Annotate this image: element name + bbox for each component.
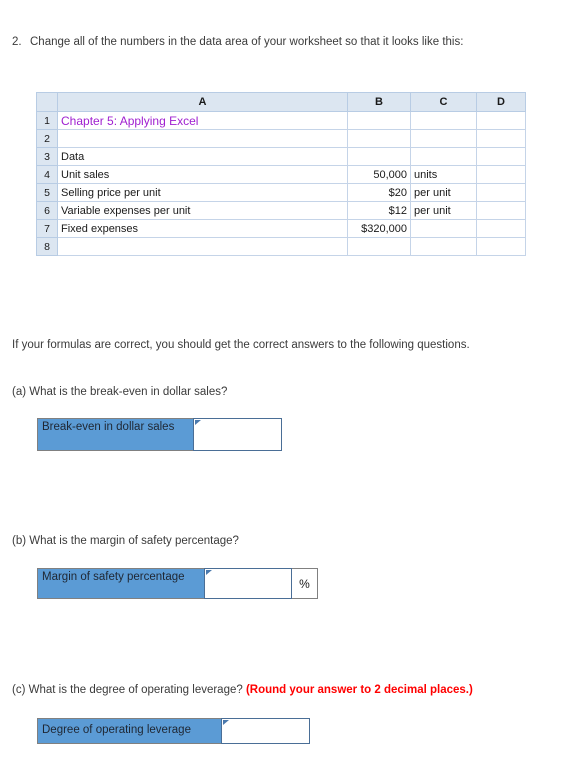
cell-d1[interactable] (476, 111, 526, 130)
question-b-prompt: (b) What is the margin of safety percent… (12, 535, 239, 547)
row-header-8[interactable]: 8 (36, 237, 58, 256)
table-row: 7 Fixed expenses $320,000 (36, 219, 526, 238)
column-header-c[interactable]: C (410, 92, 477, 112)
column-header-b[interactable]: B (347, 92, 411, 112)
cell-d6[interactable] (476, 201, 526, 220)
cell-c6[interactable]: per unit (410, 201, 477, 220)
cell-b1[interactable] (347, 111, 411, 130)
answer-label-c: Degree of operating leverage (37, 718, 222, 744)
row-header-1[interactable]: 1 (36, 111, 58, 130)
question-c-prompt: (c) What is the degree of operating leve… (12, 682, 576, 698)
cell-c3[interactable] (410, 147, 477, 166)
cell-b3[interactable] (347, 147, 411, 166)
excel-worksheet[interactable]: A B C D 1 Chapter 5: Applying Excel 2 3 … (36, 92, 526, 256)
answer-label-a: Break-even in dollar sales (37, 418, 194, 451)
cell-d3[interactable] (476, 147, 526, 166)
cell-b8[interactable] (347, 237, 411, 256)
cell-a3[interactable]: Data (57, 147, 348, 166)
column-header-a[interactable]: A (57, 92, 348, 112)
answer-label-b: Margin of safety percentage (37, 568, 205, 599)
table-row: 5 Selling price per unit $20 per unit (36, 183, 526, 202)
cell-b2[interactable] (347, 129, 411, 148)
answer-input-b[interactable] (204, 568, 292, 599)
cell-a8[interactable] (57, 237, 348, 256)
table-row: 6 Variable expenses per unit $12 per uni… (36, 201, 526, 220)
question-c-text: (c) What is the degree of operating leve… (12, 684, 246, 696)
cell-d4[interactable] (476, 165, 526, 184)
row-header-4[interactable]: 4 (36, 165, 58, 184)
cell-a7[interactable]: Fixed expenses (57, 219, 348, 238)
cell-c2[interactable] (410, 129, 477, 148)
row-header-5[interactable]: 5 (36, 183, 58, 202)
cell-a2[interactable] (57, 129, 348, 148)
select-all-corner[interactable] (36, 92, 58, 112)
cell-a1[interactable]: Chapter 5: Applying Excel (57, 111, 348, 130)
cell-b5[interactable]: $20 (347, 183, 411, 202)
cell-b7[interactable]: $320,000 (347, 219, 411, 238)
answer-row-c: Degree of operating leverage (37, 718, 310, 744)
answer-input-c[interactable] (221, 718, 310, 744)
cell-c8[interactable] (410, 237, 477, 256)
cell-d7[interactable] (476, 219, 526, 238)
table-row: 3 Data (36, 147, 526, 166)
cell-a6[interactable]: Variable expenses per unit (57, 201, 348, 220)
cell-c5[interactable]: per unit (410, 183, 477, 202)
question-a-prompt: (a) What is the break-even in dollar sal… (12, 386, 228, 398)
answer-row-a: Break-even in dollar sales (37, 418, 282, 451)
cell-c7[interactable] (410, 219, 477, 238)
row-header-3[interactable]: 3 (36, 147, 58, 166)
cell-c1[interactable] (410, 111, 477, 130)
table-row: 4 Unit sales 50,000 units (36, 165, 526, 184)
answer-suffix-b: % (291, 568, 318, 599)
table-row: 8 (36, 237, 526, 256)
question-2-number: 2. (12, 36, 22, 48)
formulas-note: If your formulas are correct, you should… (12, 339, 470, 351)
cell-b4[interactable]: 50,000 (347, 165, 411, 184)
row-header-6[interactable]: 6 (36, 201, 58, 220)
row-header-7[interactable]: 7 (36, 219, 58, 238)
column-header-row: A B C D (36, 92, 526, 112)
column-header-d[interactable]: D (476, 92, 526, 112)
question-2-text: Change all of the numbers in the data ar… (30, 36, 464, 48)
cell-d8[interactable] (476, 237, 526, 256)
question-c-red-note: (Round your answer to 2 decimal places.) (245, 684, 473, 696)
question-2-prompt: 2. Change all of the numbers in the data… (12, 34, 576, 50)
cell-d2[interactable] (476, 129, 526, 148)
cell-a5[interactable]: Selling price per unit (57, 183, 348, 202)
cell-d5[interactable] (476, 183, 526, 202)
cell-c4[interactable]: units (410, 165, 477, 184)
answer-input-a[interactable] (193, 418, 282, 451)
answer-row-b: Margin of safety percentage % (37, 568, 318, 599)
row-header-2[interactable]: 2 (36, 129, 58, 148)
table-row: 2 (36, 129, 526, 148)
cell-a4[interactable]: Unit sales (57, 165, 348, 184)
cell-b6[interactable]: $12 (347, 201, 411, 220)
table-row: 1 Chapter 5: Applying Excel (36, 111, 526, 130)
